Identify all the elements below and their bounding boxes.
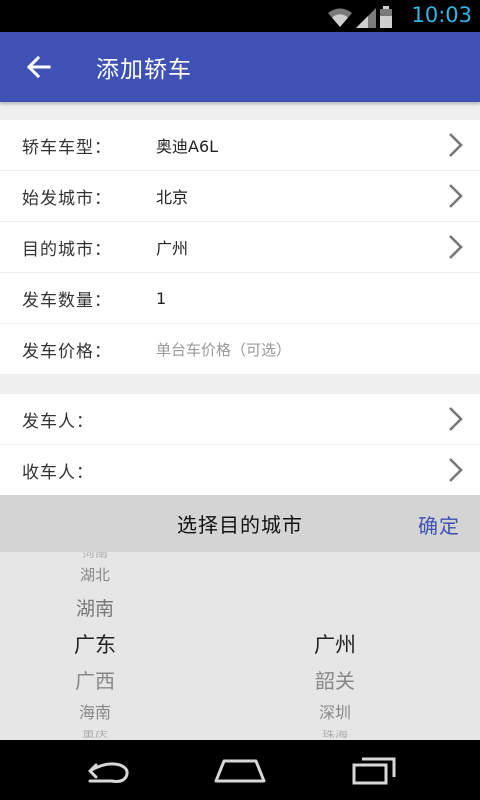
row-car-model[interactable]: 轿车车型： 奥迪A6L: [0, 120, 480, 170]
back-nav-icon[interactable]: [82, 755, 132, 785]
row-origin-city[interactable]: 始发城市： 北京: [0, 171, 480, 221]
car-model-label: 轿车车型：: [22, 137, 112, 158]
city-wheel[interactable]: 广州 韶关 深圳 珠海: [280, 552, 390, 740]
province-option[interactable]: 重庆: [40, 728, 150, 739]
status-icons: [328, 6, 392, 28]
app-bar: 添加轿车: [0, 32, 480, 102]
province-option[interactable]: 广西: [40, 665, 150, 694]
row-car-count[interactable]: 发车数量： 1: [0, 273, 480, 323]
chevron-right-icon: [449, 133, 463, 157]
province-option[interactable]: 河南: [40, 552, 150, 559]
picker-title: 选择目的城市: [177, 513, 303, 537]
price-input[interactable]: 单台车价格（可选）: [156, 339, 291, 360]
destination-city-label: 目的城市：: [22, 239, 112, 260]
status-time: 10:03: [411, 3, 472, 27]
chevron-right-icon: [449, 407, 463, 431]
row-price[interactable]: 发车价格： 单台车价格（可选）: [0, 324, 480, 374]
car-count-label: 发车数量：: [22, 290, 112, 311]
car-form: 轿车车型： 奥迪A6L 始发城市： 北京 目的城市： 广州 发车数量： 1 发车…: [0, 120, 480, 495]
city-option[interactable]: 深圳: [280, 699, 390, 723]
chevron-right-icon: [449, 184, 463, 208]
status-bar: 10:03: [0, 0, 480, 32]
city-option[interactable]: 珠海: [280, 728, 390, 739]
recent-apps-nav-icon[interactable]: [350, 755, 398, 785]
car-model-value: 奥迪A6L: [156, 137, 219, 156]
car-count-input[interactable]: 1: [156, 289, 166, 308]
home-nav-icon[interactable]: [214, 755, 266, 785]
destination-city-value: 广州: [156, 239, 189, 258]
province-wheel[interactable]: 河南 湖北 湖南 广东 广西 海南 重庆: [40, 552, 150, 740]
chevron-right-icon: [449, 458, 463, 482]
city-option-selected[interactable]: 广州: [280, 629, 390, 659]
origin-city-label: 始发城市：: [22, 188, 112, 209]
province-option-selected[interactable]: 广东: [40, 629, 150, 659]
page-title: 添加轿车: [96, 57, 192, 83]
receiver-label: 收车人：: [22, 462, 94, 483]
price-label: 发车价格：: [22, 341, 112, 362]
city-option[interactable]: 韶关: [280, 665, 390, 694]
system-nav-bar: [0, 740, 480, 800]
row-destination-city[interactable]: 目的城市： 广州: [0, 222, 480, 272]
row-sender[interactable]: 发车人：: [0, 394, 480, 444]
chevron-right-icon: [449, 235, 463, 259]
province-option[interactable]: 湖北: [40, 564, 150, 585]
province-option[interactable]: 湖南: [40, 594, 150, 621]
battery-icon: [380, 6, 392, 28]
signal-icon: [356, 8, 376, 28]
sender-label: 发车人：: [22, 411, 94, 432]
province-option[interactable]: 海南: [40, 699, 150, 723]
confirm-button[interactable]: 确定: [418, 510, 460, 539]
wifi-icon: [328, 8, 352, 27]
back-button[interactable]: [0, 32, 76, 102]
row-receiver[interactable]: 收车人：: [0, 445, 480, 495]
picker-header: 选择目的城市 确定: [0, 495, 480, 552]
origin-city-value: 北京: [156, 188, 189, 207]
city-picker: 选择目的城市 确定 河南 湖北 湖南 广东 广西 海南 重庆 广州 韶关 深圳 …: [0, 495, 480, 740]
arrow-back-icon: [26, 55, 51, 79]
